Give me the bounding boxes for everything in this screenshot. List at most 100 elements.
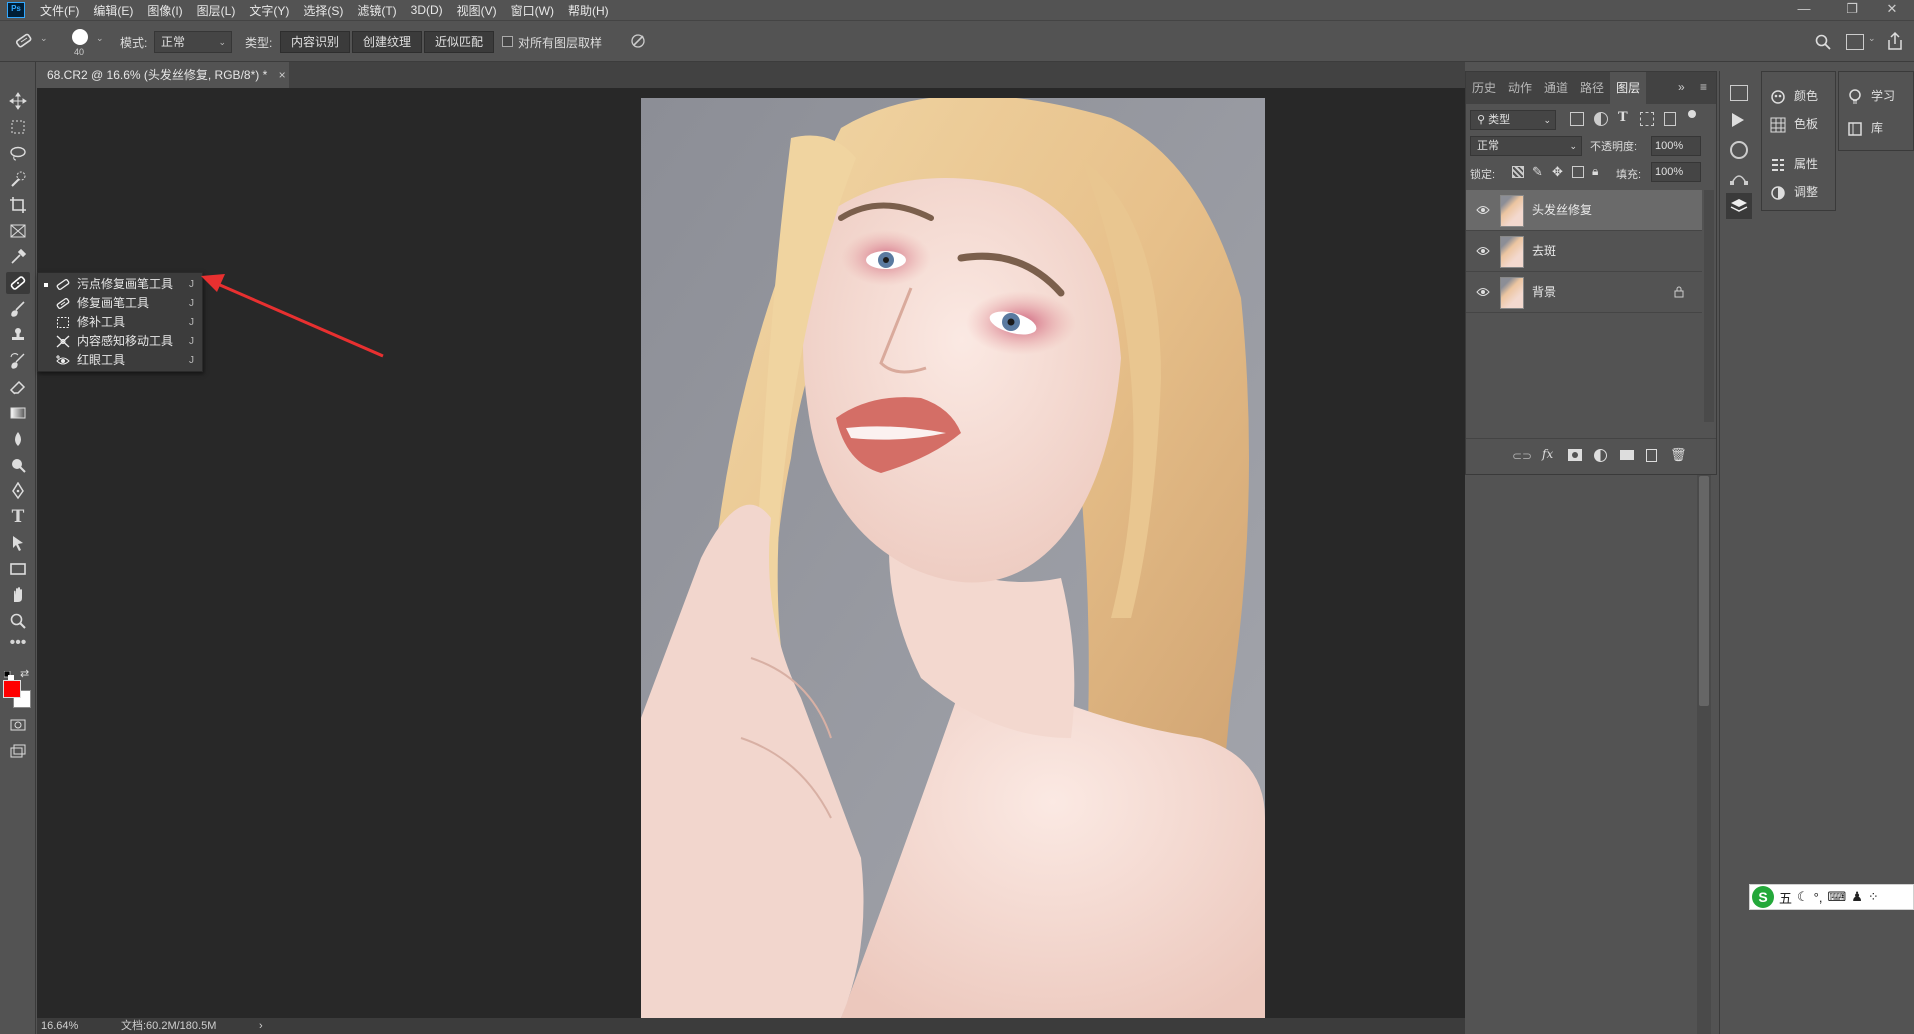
default-colors-icon[interactable] xyxy=(3,670,14,681)
screen-mode-icon[interactable] xyxy=(6,740,30,762)
menu-filter[interactable]: 滤镜(T) xyxy=(350,2,403,19)
filter-toggle-icon[interactable] xyxy=(1688,110,1696,118)
menu-type[interactable]: 文字(Y) xyxy=(242,2,296,19)
layer-row-hair-repair[interactable]: 头发丝修复 xyxy=(1466,190,1702,231)
layer-row-background[interactable]: 背景 xyxy=(1466,272,1702,313)
tab-actions[interactable]: 动作 xyxy=(1502,72,1538,104)
zoom-level[interactable]: 16.64% xyxy=(41,1018,78,1034)
zoom-tool-icon[interactable] xyxy=(6,610,30,632)
filter-type-icon[interactable]: T xyxy=(1618,110,1628,125)
scrollbar-thumb[interactable] xyxy=(1699,476,1709,706)
layer-row-blemish[interactable]: 去斑 xyxy=(1466,231,1702,272)
new-layer-icon[interactable] xyxy=(1646,449,1657,462)
menu-layer[interactable]: 图层(L) xyxy=(190,2,243,19)
visibility-eye-icon[interactable] xyxy=(1476,204,1490,216)
dodge-tool-icon[interactable] xyxy=(6,454,30,476)
link-layers-icon[interactable]: ⊂⊃ xyxy=(1512,449,1532,463)
swatches-panel-item[interactable]: 色板 xyxy=(1770,112,1818,136)
frame-tool-icon[interactable] xyxy=(6,220,30,242)
panel-menu-icon[interactable]: ≡ xyxy=(1700,80,1707,94)
foreground-color-swatch[interactable] xyxy=(3,680,21,698)
visibility-eye-icon[interactable] xyxy=(1476,245,1490,257)
filter-pixel-icon[interactable] xyxy=(1570,112,1584,126)
properties-panel-item[interactable]: 属性 xyxy=(1770,152,1818,176)
menu-window[interactable]: 窗口(W) xyxy=(504,2,561,19)
opacity-input[interactable]: 100% xyxy=(1651,136,1701,156)
content-aware-button[interactable]: 内容识别 xyxy=(280,31,351,53)
filter-shape-icon[interactable] xyxy=(1640,112,1654,126)
lock-transparent-icon[interactable] xyxy=(1512,166,1524,178)
chevron-down-icon[interactable]: ⌄ xyxy=(40,33,48,44)
menu-help[interactable]: 帮助(H) xyxy=(561,2,616,19)
flyout-item-content-aware-move[interactable]: 内容感知移动工具 J xyxy=(38,332,202,351)
restore-button[interactable]: ❐ xyxy=(1832,0,1872,20)
blur-tool-icon[interactable] xyxy=(6,428,30,450)
marquee-tool-icon[interactable] xyxy=(6,116,30,138)
crop-tool-icon[interactable] xyxy=(6,194,30,216)
flyout-item-spot-healing[interactable]: 污点修复画笔工具 J xyxy=(38,275,202,294)
spot-healing-tool-preset-icon[interactable] xyxy=(14,31,36,51)
workspace-icon[interactable] xyxy=(1846,34,1864,50)
layer-list-scrollbar[interactable] xyxy=(1704,190,1714,422)
adjustments-panel-item[interactable]: 调整 xyxy=(1770,180,1818,204)
history-panel-icon[interactable] xyxy=(1730,85,1748,101)
brush-tool-icon[interactable] xyxy=(6,298,30,320)
flyout-item-healing-brush[interactable]: 修复画笔工具 J xyxy=(38,294,202,313)
share-icon[interactable] xyxy=(1886,31,1904,51)
quick-mask-icon[interactable] xyxy=(6,714,30,736)
vertical-scrollbar[interactable] xyxy=(1697,474,1711,1034)
close-document-icon[interactable]: × xyxy=(279,68,286,82)
eyedropper-tool-icon[interactable] xyxy=(6,246,30,268)
new-adjustment-icon[interactable] xyxy=(1594,449,1607,462)
layers-panel-icon[interactable] xyxy=(1726,193,1752,219)
spot-healing-tool-icon[interactable] xyxy=(6,272,30,294)
rectangle-tool-icon[interactable] xyxy=(6,558,30,580)
brush-preview-icon[interactable] xyxy=(72,29,88,45)
brush-chevron-icon[interactable]: ⌄ xyxy=(96,33,104,44)
lock-artboard-icon[interactable] xyxy=(1572,166,1584,178)
ime-user-icon[interactable]: ♟ xyxy=(1851,889,1863,905)
libraries-panel-item[interactable]: 库 xyxy=(1847,116,1883,140)
status-menu-arrow[interactable]: › xyxy=(259,1018,263,1034)
document-tab[interactable]: 68.CR2 @ 16.6% (头发丝修复, RGB/8*) * × xyxy=(37,62,289,88)
visibility-eye-icon[interactable] xyxy=(1476,286,1490,298)
layer-filter-select[interactable]: ⚲ 类型 ⌄ xyxy=(1470,110,1556,130)
lock-position-icon[interactable]: ✥ xyxy=(1552,164,1563,180)
menu-select[interactable]: 选择(S) xyxy=(296,2,350,19)
type-tool-icon[interactable]: T xyxy=(6,506,30,528)
ime-mode-label[interactable]: 五 xyxy=(1779,888,1792,907)
minimize-button[interactable]: — xyxy=(1784,0,1824,20)
flyout-item-patch[interactable]: 修补工具 J xyxy=(38,313,202,332)
gradient-tool-icon[interactable] xyxy=(6,402,30,424)
paths-panel-icon[interactable] xyxy=(1730,169,1748,185)
clone-stamp-tool-icon[interactable] xyxy=(6,324,30,346)
ime-moon-icon[interactable]: ☾ xyxy=(1797,889,1809,905)
menu-file[interactable]: 文件(F) xyxy=(33,2,86,19)
sample-all-layers-checkbox[interactable] xyxy=(502,36,513,47)
search-icon[interactable] xyxy=(1814,33,1832,51)
tab-paths[interactable]: 路径 xyxy=(1574,72,1610,104)
close-window-button[interactable]: ✕ xyxy=(1872,0,1912,20)
actions-panel-icon[interactable] xyxy=(1732,113,1744,127)
menu-view[interactable]: 视图(V) xyxy=(450,2,504,19)
pen-tool-icon[interactable] xyxy=(6,480,30,502)
menu-edit[interactable]: 编辑(E) xyxy=(86,2,140,19)
ime-grid-icon[interactable]: ⁘ xyxy=(1868,889,1879,905)
add-mask-icon[interactable] xyxy=(1568,449,1582,461)
menu-image[interactable]: 图像(I) xyxy=(140,2,189,19)
pressure-size-icon[interactable] xyxy=(628,31,648,51)
collapse-panel-icon[interactable]: » xyxy=(1678,80,1685,94)
path-selection-tool-icon[interactable] xyxy=(6,532,30,554)
delete-layer-icon[interactable]: 🗑︎ xyxy=(1670,447,1687,463)
mode-select[interactable]: 正常 ⌄ xyxy=(154,31,232,53)
quick-selection-tool-icon[interactable] xyxy=(6,168,30,190)
proximity-match-button[interactable]: 近似匹配 xyxy=(424,31,495,53)
filter-adjustment-icon[interactable] xyxy=(1594,112,1608,126)
history-brush-tool-icon[interactable] xyxy=(6,350,30,372)
tab-channels[interactable]: 通道 xyxy=(1538,72,1574,104)
workspace-chevron-icon[interactable]: ⌄ xyxy=(1868,33,1876,44)
lasso-tool-icon[interactable] xyxy=(6,142,30,164)
swap-colors-icon[interactable]: ⇄ xyxy=(20,668,32,680)
create-texture-button[interactable]: 创建纹理 xyxy=(352,31,423,53)
lock-all-icon[interactable]: 🔒︎ xyxy=(1592,164,1598,179)
